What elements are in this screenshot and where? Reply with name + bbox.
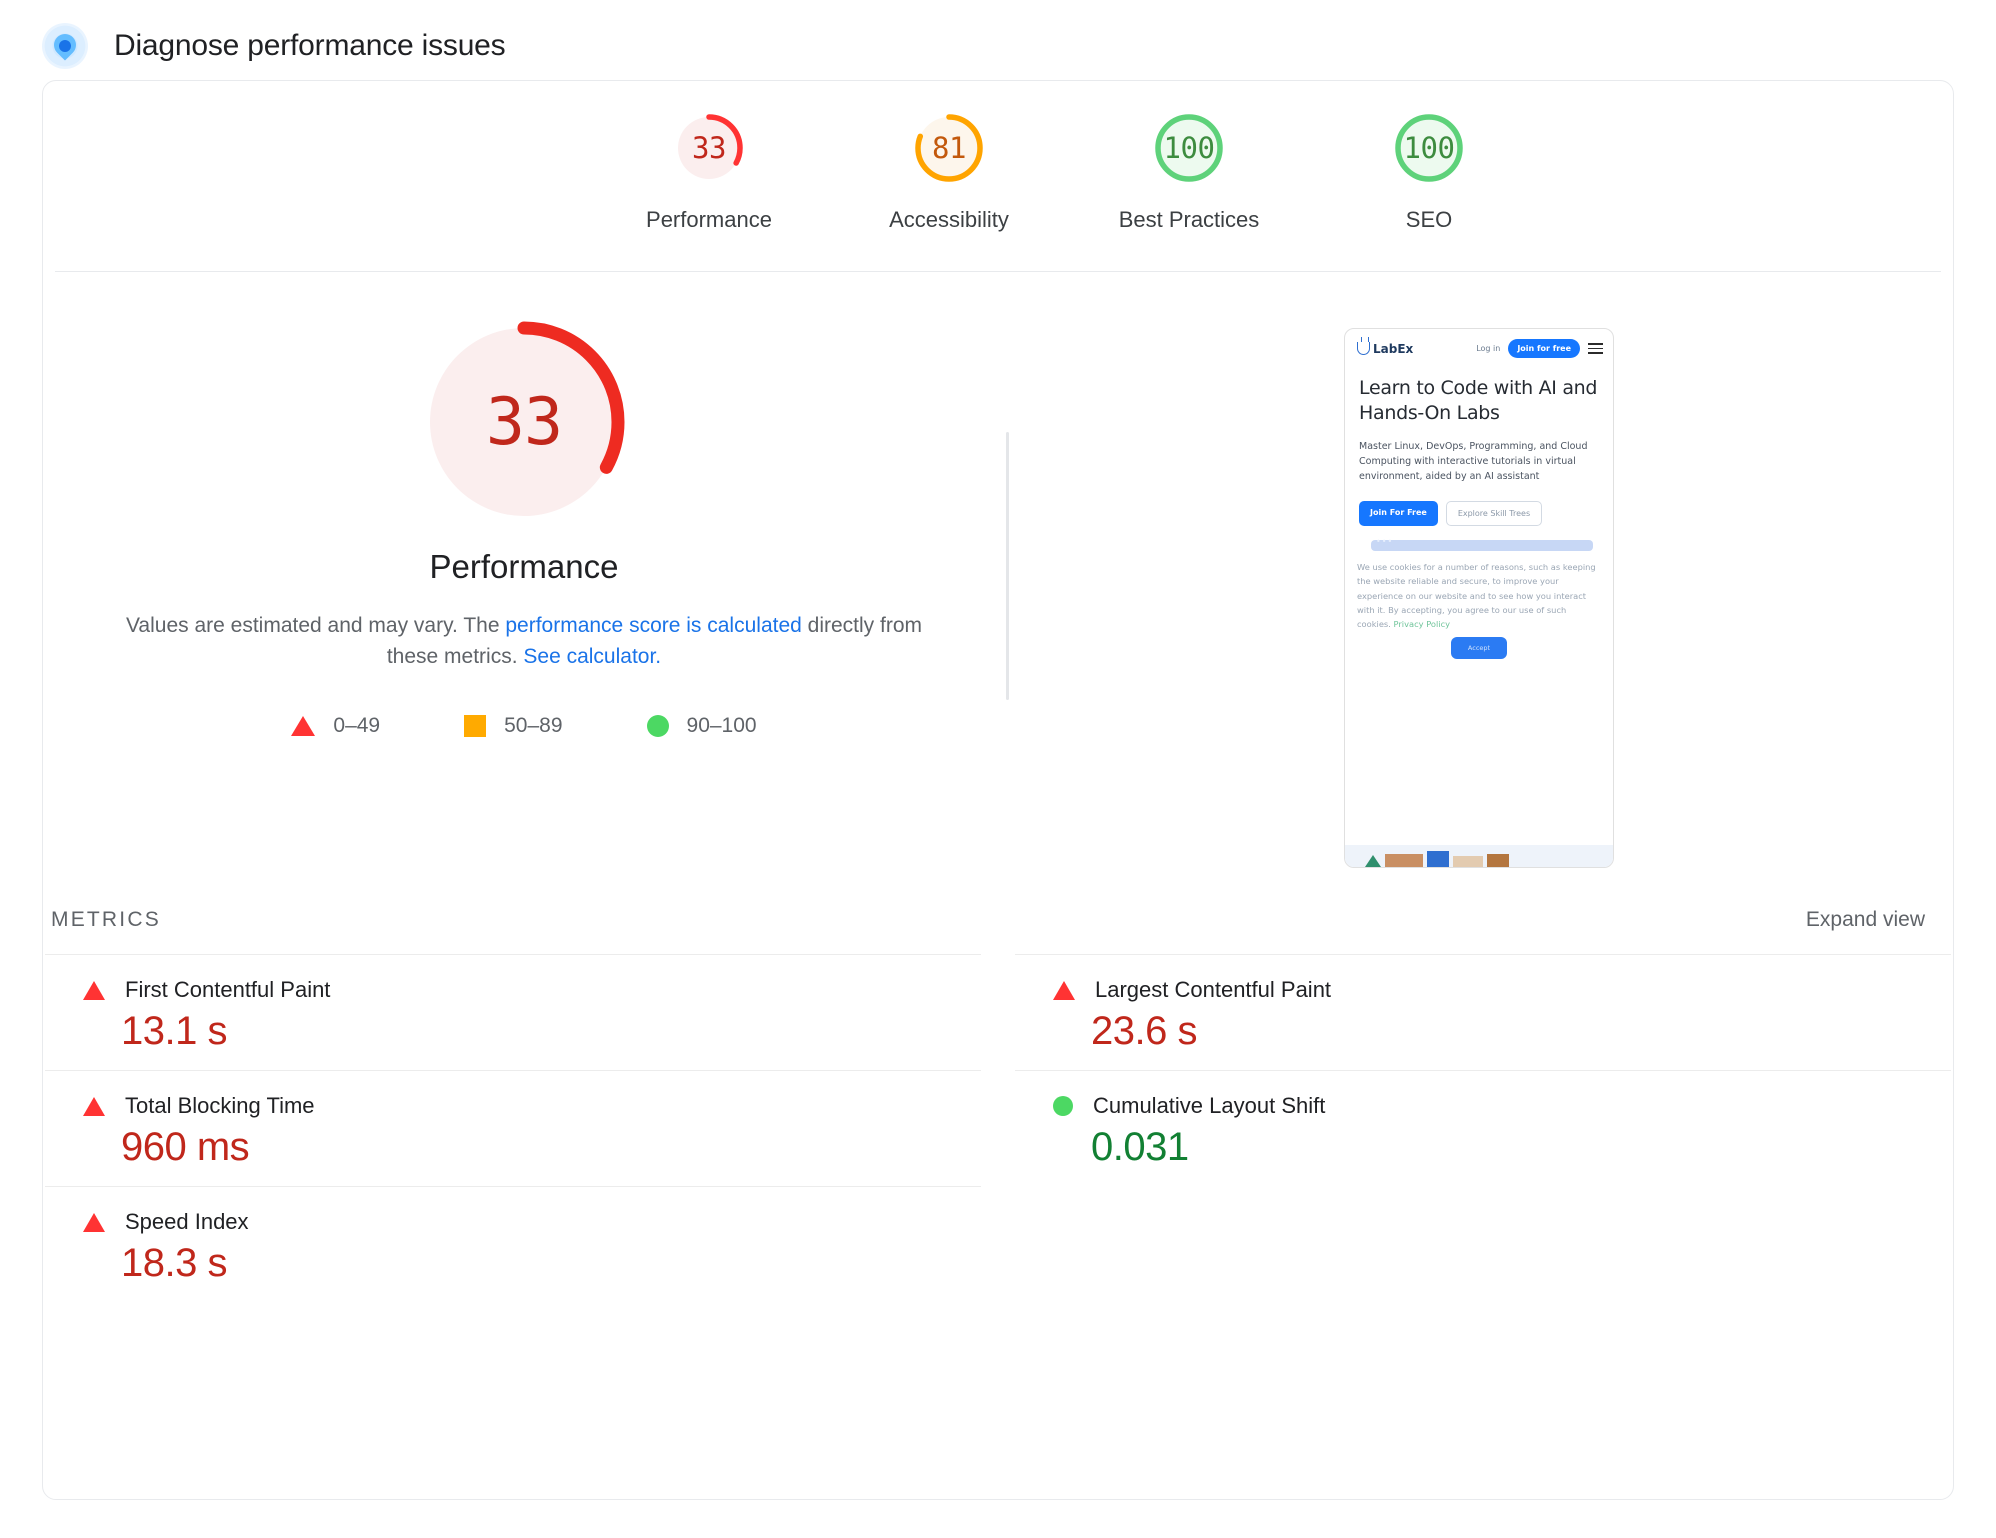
desc-text-1: Values are estimated and may vary. The	[125, 614, 506, 637]
triangle-red-icon	[83, 1212, 105, 1232]
score-legend: 0–49 50–89 90–100	[291, 714, 757, 738]
score-label-performance: Performance	[646, 207, 772, 232]
score-item-seo[interactable]: 100 SEO	[1309, 109, 1549, 233]
gauge-performance: 33	[670, 109, 748, 187]
page-title: Diagnose performance issues	[114, 29, 506, 62]
thumbnail-navbar: LabEx Log in Join for free	[1345, 329, 1613, 358]
legend-item-fail: 0–49	[291, 714, 380, 738]
triangle-red-icon	[83, 980, 105, 1000]
footer-shape-2	[1385, 854, 1423, 867]
hamburger-icon	[1588, 343, 1603, 354]
metric-value: 960 ms	[121, 1125, 250, 1169]
thumbnail-paragraph: Master Linux, DevOps, Programming, and C…	[1359, 441, 1588, 483]
metrics-grid: First Contentful Paint 13.1 s Total Bloc…	[43, 954, 1953, 1302]
metric-row[interactable]: Speed Index 18.3 s	[45, 1186, 981, 1302]
metrics-column-right: Largest Contentful Paint 23.6 s Cumulati…	[1015, 954, 1951, 1302]
thumbnail-join-free-button: Join For Free	[1359, 501, 1438, 527]
metric-name: Speed Index	[125, 1209, 249, 1234]
metric-row[interactable]: Total Blocking Time 960 ms	[45, 1070, 981, 1186]
lighthouse-report-card: 33 Performance 81 Accessibility 100 Best…	[42, 80, 1954, 1500]
privacy-policy-link: Privacy Policy	[1393, 619, 1451, 630]
score-label-seo: SEO	[1405, 207, 1453, 232]
gauge-value-performance: 33	[692, 131, 726, 165]
gauge-performance-large: 33	[420, 318, 628, 526]
page-header: Diagnose performance issues	[0, 0, 1996, 72]
score-item-accessibility[interactable]: 81 Accessibility	[829, 109, 1069, 233]
metric-header: First Contentful Paint	[83, 977, 981, 1003]
metric-header: Speed Index	[83, 1209, 981, 1235]
metric-name: Cumulative Layout Shift	[1093, 1093, 1326, 1118]
metric-value: 18.3 s	[121, 1241, 227, 1285]
gauge-value-best-practices: 100	[1163, 131, 1215, 165]
performance-section: 33 Performance Values are estimated and …	[43, 272, 1953, 868]
square-orange-icon	[464, 715, 487, 738]
score-label-accessibility: Accessibility	[889, 207, 1009, 232]
thumbnail-cta-row: Join For Free Explore Skill Trees	[1359, 501, 1599, 527]
metrics-header: METRICS Expand view	[43, 868, 1953, 932]
thumbnail-headline: Learn to Code with AI and Hands-On Labs	[1359, 377, 1598, 425]
score-item-best-practices[interactable]: 100 Best Practices	[1069, 109, 1309, 233]
performance-summary: 33 Performance Values are estimated and …	[43, 318, 1005, 868]
metric-row[interactable]: Cumulative Layout Shift 0.031	[1015, 1070, 1951, 1186]
metric-name: Total Blocking Time	[125, 1093, 315, 1118]
legend-label-average: 50–89	[504, 714, 563, 738]
logo-text: LabEx	[1373, 341, 1414, 356]
score-label-best-practices: Best Practices	[1118, 207, 1260, 232]
see-calculator-link[interactable]: See calculator.	[523, 645, 661, 668]
thumbnail-accept-button: Accept	[1451, 637, 1507, 660]
metric-value: 23.6 s	[1091, 1009, 1197, 1053]
thumbnail-join-button: Join for free	[1508, 339, 1580, 358]
gauge-best-practices: 100	[1150, 109, 1228, 187]
gauge-value-seo: 100	[1403, 131, 1455, 165]
triangle-red-icon	[83, 1096, 105, 1116]
gauge-seo: 100	[1390, 109, 1468, 187]
expand-view-toggle[interactable]: Expand view	[1806, 908, 1925, 932]
legend-label-fail: 0–49	[333, 714, 381, 738]
triangle-red-icon	[291, 716, 316, 737]
metric-header: Cumulative Layout Shift	[1053, 1093, 1951, 1119]
metric-header: Largest Contentful Paint	[1053, 977, 1951, 1003]
vertical-divider	[1006, 432, 1009, 700]
metric-row[interactable]: First Contentful Paint 13.1 s	[45, 954, 981, 1070]
page-screenshot-thumbnail[interactable]: LabEx Log in Join for free Learn to Code…	[1344, 328, 1614, 868]
metric-header: Total Blocking Time	[83, 1093, 981, 1119]
metric-value: 13.1 s	[121, 1009, 227, 1053]
legend-label-pass: 90–100	[686, 714, 757, 738]
circle-green-icon	[646, 715, 669, 738]
metric-name: First Contentful Paint	[125, 977, 331, 1002]
labex-logo: LabEx	[1357, 337, 1414, 356]
footer-shape-1	[1365, 855, 1381, 867]
gauge-value-accessibility: 81	[932, 131, 966, 165]
gauge-accessibility: 81	[910, 109, 988, 187]
category-score-row: 33 Performance 81 Accessibility 100 Best…	[589, 81, 1953, 233]
performance-description: Values are estimated and may vary. The p…	[124, 610, 924, 672]
flask-icon	[1357, 337, 1370, 355]
page-thumbnail-panel: LabEx Log in Join for free Learn to Code…	[1005, 318, 1953, 868]
thumbnail-skeleton-bar	[1371, 537, 1593, 552]
thumbnail-cookie-notice: We use cookies for a number of reasons, …	[1357, 560, 1601, 631]
thumbnail-explore-skill-trees-button: Explore Skill Trees	[1445, 501, 1543, 527]
insights-icon	[42, 23, 88, 69]
score-item-performance[interactable]: 33 Performance	[589, 109, 829, 233]
performance-heading: Performance	[429, 548, 619, 585]
thumbnail-footer-graphics	[1345, 845, 1613, 867]
performance-score-link[interactable]: performance score is calculated	[505, 614, 801, 637]
footer-shape-5	[1487, 854, 1509, 867]
metrics-column-left: First Contentful Paint 13.1 s Total Bloc…	[45, 954, 981, 1302]
metric-row[interactable]: Largest Contentful Paint 23.6 s	[1015, 954, 1951, 1070]
metric-value: 0.031	[1091, 1125, 1189, 1169]
footer-shape-3	[1427, 851, 1449, 867]
legend-item-average: 50–89	[464, 714, 563, 738]
triangle-red-icon	[1053, 980, 1075, 1000]
thumbnail-login-link: Log in	[1476, 344, 1501, 353]
footer-shape-4	[1453, 856, 1483, 867]
legend-item-pass: 90–100	[646, 714, 757, 738]
gauge-large-value: 33	[485, 384, 563, 460]
metric-name: Largest Contentful Paint	[1095, 977, 1332, 1002]
circle-green-icon	[1053, 1096, 1073, 1116]
metrics-section-title: METRICS	[51, 908, 161, 931]
